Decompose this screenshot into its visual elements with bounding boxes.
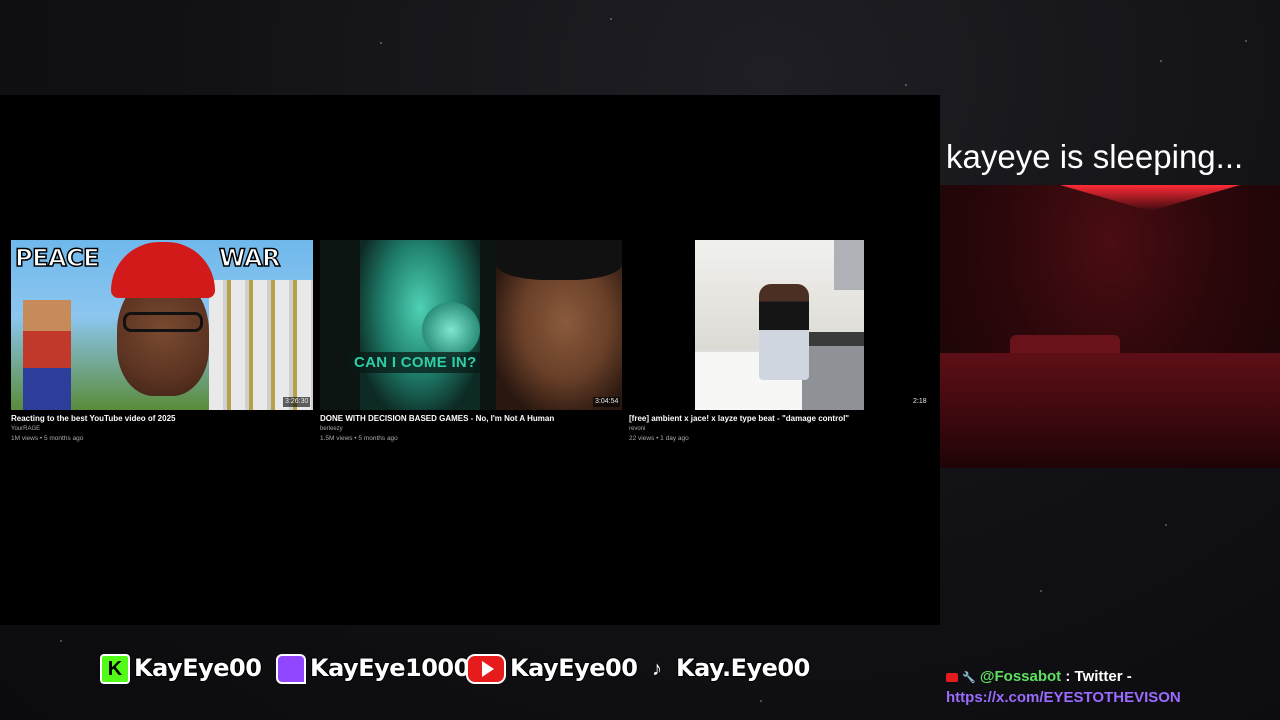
video-meta: 1M views • 5 months ago [11, 435, 84, 442]
thumbnail-caption: CAN I COME IN? [348, 352, 483, 373]
video-thumbnail[interactable] [695, 240, 864, 410]
video-meta: 22 views • 1 day ago [629, 435, 689, 442]
kick-icon: K [100, 654, 130, 684]
chat-link[interactable]: https://x.com/EYESTOTHEVISON [946, 689, 1276, 706]
chat-message: 🔧 @Fossabot : Twitter - https://x.com/EY… [946, 668, 1276, 706]
thumbnail-text-war: WAR [218, 243, 281, 273]
youtube-badge-icon [946, 673, 958, 683]
main-video-area: PEACE WAR 3:26:30 Reacting to the best Y… [0, 95, 940, 625]
tiktok-icon: ♪ [652, 657, 662, 680]
led-light [1060, 185, 1240, 211]
video-channel[interactable]: revoni [629, 426, 645, 432]
video-meta: 1.5M views • 5 months ago [320, 435, 398, 442]
video-title[interactable]: DONE WITH DECISION BASED GAMES - No, I'm… [320, 414, 620, 423]
video-thumbnail[interactable]: PEACE WAR [11, 240, 313, 410]
webcam-feed [940, 185, 1280, 468]
video-recommendations: PEACE WAR 3:26:30 Reacting to the best Y… [11, 240, 941, 450]
video-channel[interactable]: berleezy [320, 426, 343, 432]
couch [940, 353, 1280, 468]
wrench-icon: 🔧 [962, 672, 976, 685]
social-handle: KayEye00 [509, 653, 639, 683]
social-handles-bar: K KayEye00 KayEye1000 KayEye00 ♪ Kay.Eye… [100, 652, 830, 688]
social-handle: KayEye00 [133, 653, 263, 683]
social-handle: Kay.Eye00 [675, 653, 811, 683]
video-title[interactable]: Reacting to the best YouTube video of 20… [11, 414, 311, 423]
video-duration: 3:04:54 [593, 397, 621, 407]
chat-text: : Twitter - [1061, 668, 1132, 685]
video-duration: 3:26:30 [283, 397, 311, 407]
video-channel[interactable]: YourRAGE [11, 426, 40, 432]
social-handle: KayEye1000 [309, 653, 471, 683]
stream-status-text: kayeye is sleeping... [946, 138, 1244, 175]
chat-username: @Fossabot [979, 668, 1062, 685]
youtube-icon [466, 654, 506, 684]
video-title[interactable]: [free] ambient x jace! x layze type beat… [629, 414, 929, 423]
chat-badges: 🔧 [946, 669, 976, 686]
video-duration: 2:18 [911, 397, 929, 407]
video-thumbnail[interactable]: CAN I COME IN? [320, 240, 622, 410]
thumbnail-text-peace: PEACE [14, 243, 100, 273]
twitch-icon [276, 654, 306, 684]
